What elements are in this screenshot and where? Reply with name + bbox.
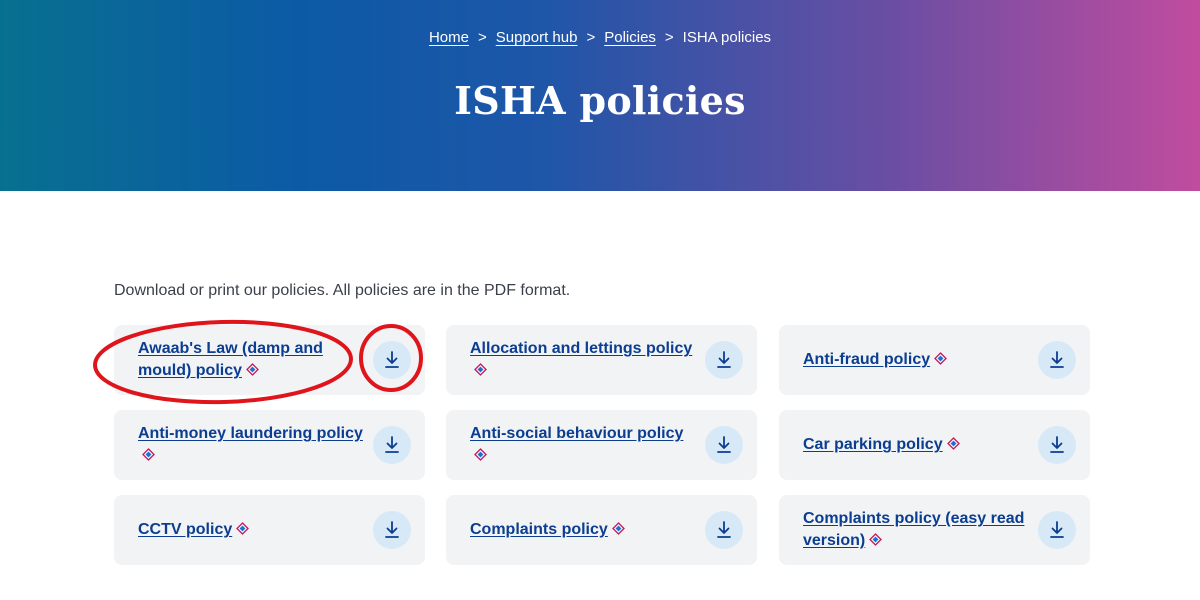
- policy-link-awaabs-law[interactable]: Awaab's Law (damp and mould) policy: [138, 338, 366, 382]
- policy-link-label: Anti-social behaviour policy: [470, 425, 684, 442]
- download-icon: [715, 350, 733, 370]
- policy-link-label: Allocation and lettings policy: [470, 340, 693, 357]
- policy-link-label: Anti-money laundering policy: [138, 425, 363, 442]
- policy-link-label: Complaints policy: [470, 521, 608, 538]
- pdf-icon: [142, 448, 155, 461]
- policy-card: Anti-fraud policy: [779, 325, 1090, 395]
- download-button[interactable]: [1038, 341, 1076, 379]
- policy-link-anti-money-laundering[interactable]: Anti-money laundering policy: [138, 423, 366, 467]
- breadcrumb-support-hub-link[interactable]: Support hub: [496, 29, 578, 46]
- intro-text: Download or print our policies. All poli…: [114, 282, 571, 299]
- download-icon: [715, 520, 733, 540]
- pdf-icon: [236, 522, 250, 535]
- breadcrumb-current: ISHA policies: [682, 29, 772, 46]
- policy-link-anti-social-behaviour[interactable]: Anti-social behaviour policy: [470, 423, 698, 467]
- download-button[interactable]: [1038, 426, 1076, 464]
- download-button[interactable]: [705, 341, 743, 379]
- policy-card: Complaints policy (easy read version): [779, 495, 1090, 565]
- download-icon: [1048, 435, 1066, 455]
- policy-card: Anti-money laundering policy: [114, 410, 425, 480]
- policy-link-label: CCTV policy: [138, 521, 233, 538]
- breadcrumb-home-link[interactable]: Home: [429, 29, 469, 46]
- policy-link-car-parking[interactable]: Car parking policy: [803, 434, 1031, 456]
- download-button[interactable]: [373, 341, 411, 379]
- policy-link-label: Anti-fraud policy: [803, 351, 931, 368]
- policy-link-label: Awaab's Law (damp and mould) policy: [138, 340, 323, 379]
- pdf-icon: [611, 522, 625, 535]
- download-button[interactable]: [373, 511, 411, 549]
- pdf-icon: [946, 437, 960, 450]
- download-button[interactable]: [705, 426, 743, 464]
- policy-card: CCTV policy: [114, 495, 425, 565]
- policy-link-anti-fraud[interactable]: Anti-fraud policy: [803, 349, 1031, 371]
- download-icon: [383, 435, 401, 455]
- breadcrumb: Home > Support hub > Policies > ISHA policies: [0, 29, 1200, 46]
- download-button[interactable]: [373, 426, 411, 464]
- policy-card: Car parking policy: [779, 410, 1090, 480]
- policy-card: Allocation and lettings policy: [446, 325, 757, 395]
- pdf-icon: [474, 363, 487, 376]
- policy-link-label: Complaints policy (easy read version): [803, 510, 1025, 549]
- breadcrumb-separator: >: [477, 29, 487, 46]
- download-button[interactable]: [705, 511, 743, 549]
- page-header-banner: Home > Support hub > Policies > ISHA policies …: [0, 0, 1200, 191]
- policy-card: Awaab's Law (damp and mould) policy: [114, 325, 425, 395]
- policy-list: Awaab's Law (damp and mould) policy Allo…: [114, 325, 1090, 565]
- policy-link-cctv[interactable]: CCTV policy: [138, 519, 366, 541]
- download-icon: [1048, 350, 1066, 370]
- pdf-icon: [934, 352, 948, 365]
- policy-card: Anti-social behaviour policy: [446, 410, 757, 480]
- pdf-icon: [869, 533, 883, 546]
- policy-link-label: Car parking policy: [803, 436, 943, 453]
- download-button[interactable]: [1038, 511, 1076, 549]
- download-icon: [383, 520, 401, 540]
- policy-link-allocation-lettings[interactable]: Allocation and lettings policy: [470, 338, 698, 382]
- policy-link-complaints-easy-read[interactable]: Complaints policy (easy read version): [803, 508, 1031, 552]
- page-title: ISHA policies: [454, 78, 746, 123]
- download-icon: [1048, 520, 1066, 540]
- breadcrumb-separator: >: [664, 29, 674, 46]
- breadcrumb-separator: >: [586, 29, 596, 46]
- download-icon: [383, 350, 401, 370]
- policy-link-complaints[interactable]: Complaints policy: [470, 519, 698, 541]
- pdf-icon: [474, 448, 487, 461]
- breadcrumb-policies-link[interactable]: Policies: [604, 29, 656, 46]
- download-icon: [715, 435, 733, 455]
- policy-card: Complaints policy: [446, 495, 757, 565]
- pdf-icon: [246, 363, 259, 376]
